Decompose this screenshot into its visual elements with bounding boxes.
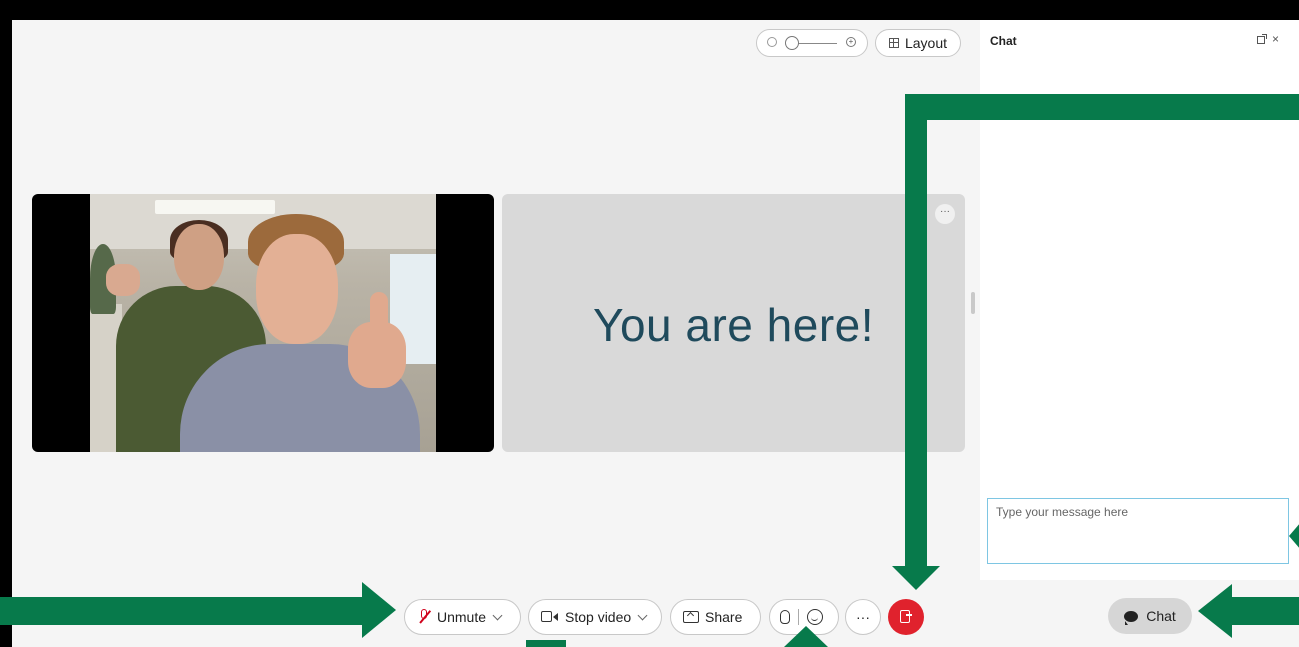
participant-figure xyxy=(106,264,140,296)
leave-icon xyxy=(900,610,912,623)
layout-button-label: Layout xyxy=(904,35,948,51)
grid-icon xyxy=(888,38,899,48)
unmute-button[interactable]: Unmute xyxy=(404,599,521,635)
annotation-arrowhead xyxy=(892,566,940,590)
annotation-arrow xyxy=(1230,597,1299,625)
participant-video xyxy=(90,194,436,452)
self-view-tile[interactable]: You are here! ··· xyxy=(502,194,965,452)
participant-figure xyxy=(174,224,224,290)
annotation-arrowhead xyxy=(1198,584,1232,638)
chat-button[interactable]: Chat xyxy=(1108,598,1192,634)
stop-video-label: Stop video xyxy=(565,609,632,625)
share-screen-icon xyxy=(683,611,699,623)
participant-figure xyxy=(348,322,406,388)
panel-resize-handle[interactable] xyxy=(971,292,975,314)
participant-video-tile[interactable] xyxy=(32,194,494,452)
screenshot-frame: + Layout You are here! ··· Chat × Type y… xyxy=(0,0,1299,647)
tile-more-options-button[interactable]: ··· xyxy=(935,204,955,224)
popout-icon[interactable] xyxy=(1257,34,1267,44)
participant-figure xyxy=(256,234,338,344)
chat-message-input[interactable] xyxy=(987,498,1289,564)
chat-button-label: Chat xyxy=(1146,608,1176,624)
annotation-arrow xyxy=(905,94,1299,120)
more-options-button[interactable]: ··· xyxy=(845,599,881,635)
share-label: Share xyxy=(705,609,743,625)
leave-meeting-button[interactable] xyxy=(888,599,924,635)
share-button[interactable]: Share xyxy=(670,599,761,635)
annotation-arrowhead xyxy=(784,626,828,647)
chat-panel-title: Chat xyxy=(990,34,1017,48)
chevron-down-icon[interactable] xyxy=(492,610,503,620)
annotation-arrow xyxy=(905,94,927,572)
reactions-icon[interactable] xyxy=(807,609,823,625)
annotation-arrowhead xyxy=(362,582,396,638)
annotation-arrow xyxy=(0,597,366,625)
video-background xyxy=(155,200,275,214)
annotation-arrow xyxy=(526,640,566,647)
chevron-down-icon[interactable] xyxy=(637,610,648,620)
divider xyxy=(798,609,799,625)
zoom-out-icon[interactable] xyxy=(767,37,777,47)
annotation-arrowhead xyxy=(1289,522,1299,550)
zoom-slider[interactable]: + xyxy=(756,29,868,57)
self-view-label: You are here! xyxy=(592,299,875,351)
layout-button[interactable]: Layout xyxy=(875,29,961,57)
close-icon[interactable]: × xyxy=(1272,32,1279,46)
zoom-in-icon[interactable]: + xyxy=(846,37,856,47)
camera-icon xyxy=(541,611,559,623)
unmute-label: Unmute xyxy=(437,609,487,625)
microphone-muted-icon xyxy=(417,609,431,625)
stop-video-button[interactable]: Stop video xyxy=(528,599,662,635)
zoom-handle[interactable] xyxy=(785,36,799,50)
chat-bubble-icon xyxy=(1124,610,1139,625)
raise-hand-icon[interactable] xyxy=(780,610,790,624)
